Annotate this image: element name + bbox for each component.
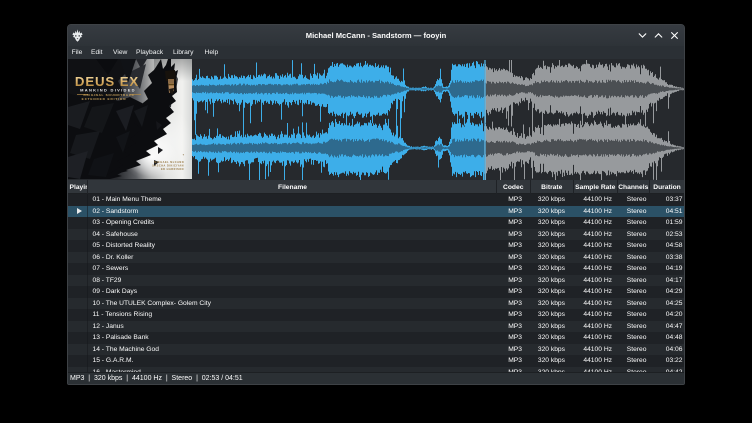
svg-text:EXTENDED EDITION: EXTENDED EDITION [82,97,127,101]
svg-text:SASCHA DIKICIYAN: SASCHA DIKICIYAN [152,165,184,168]
svg-text:MICHAEL McCANN: MICHAEL McCANN [154,161,184,164]
svg-text:MANKIND DIVIDED: MANKIND DIVIDED [80,87,136,92]
svg-text:ED HARRISON: ED HARRISON [161,168,184,171]
